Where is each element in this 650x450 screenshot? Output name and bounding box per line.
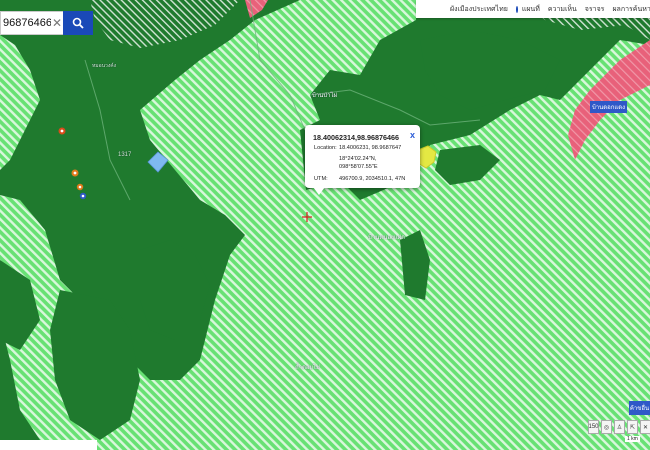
utm-label: UTM: <box>314 176 328 182</box>
menu-map[interactable]: แผนที่ <box>518 4 544 15</box>
person-icon[interactable]: ♙ <box>614 420 625 434</box>
popup-tail <box>313 187 325 195</box>
map-label-road: 1317 <box>118 152 132 158</box>
coordinate-popup: 18.40062314,98.96876466 x Location: 18.4… <box>305 125 420 195</box>
map-tools: 150 ◎ ♙ ⇱ ✕ <box>588 420 650 434</box>
map-label-place: บ้านป่าไผ่ <box>312 93 337 99</box>
poi-marker[interactable] <box>76 183 84 191</box>
top-toolbar: ผังเมืองประเทศไทย แผนที่ ความเห็น จราจร … <box>416 0 650 18</box>
scale-bar: 1 km <box>625 436 640 442</box>
close-icon[interactable]: x <box>410 130 415 140</box>
map-label-place: ถ้ำดอยไม่ <box>295 365 320 371</box>
dms-longitude: 098°58'07.55"E <box>339 164 378 170</box>
map-label-place: บ้านดอกแดง <box>590 101 628 113</box>
scale-tool[interactable]: 150 <box>588 420 599 434</box>
bottom-panel <box>0 440 97 450</box>
menu-zoning-thailand[interactable]: ผังเมืองประเทศไทย <box>446 4 512 15</box>
location-label: Location: <box>314 145 337 151</box>
menu-results[interactable]: ผลการค้นหา <box>608 4 650 15</box>
fullscreen-icon[interactable]: ⇱ <box>627 420 638 434</box>
locate-icon[interactable]: ◎ <box>601 420 612 434</box>
search-icon <box>72 17 84 29</box>
map-label-place: บ้านหนองแฝก <box>368 235 405 241</box>
search-bar: ✕ <box>0 11 93 35</box>
menu-comments[interactable]: ความเห็น <box>544 4 581 15</box>
map-label-place: หมอนวงค์ง <box>92 63 117 69</box>
location-value: 18.4006231, 98.9687647 <box>339 145 402 151</box>
poi-marker[interactable] <box>58 127 66 135</box>
menu-traffic[interactable]: จราจร <box>581 4 609 15</box>
search-button[interactable] <box>63 11 93 35</box>
utm-value: 496700.9, 2034510.1, 47N <box>339 176 406 182</box>
dms-latitude: 18°24'02.24"N, <box>339 156 377 162</box>
clear-search-button[interactable]: ✕ <box>52 16 62 30</box>
poi-marker[interactable] <box>71 169 79 177</box>
popup-title: 18.40062314,98.96876466 <box>313 133 399 142</box>
poi-marker[interactable] <box>79 192 87 200</box>
right-panel-tab[interactable]: ค้าขอื่น <box>629 401 650 415</box>
close-tools-icon[interactable]: ✕ <box>640 420 650 434</box>
